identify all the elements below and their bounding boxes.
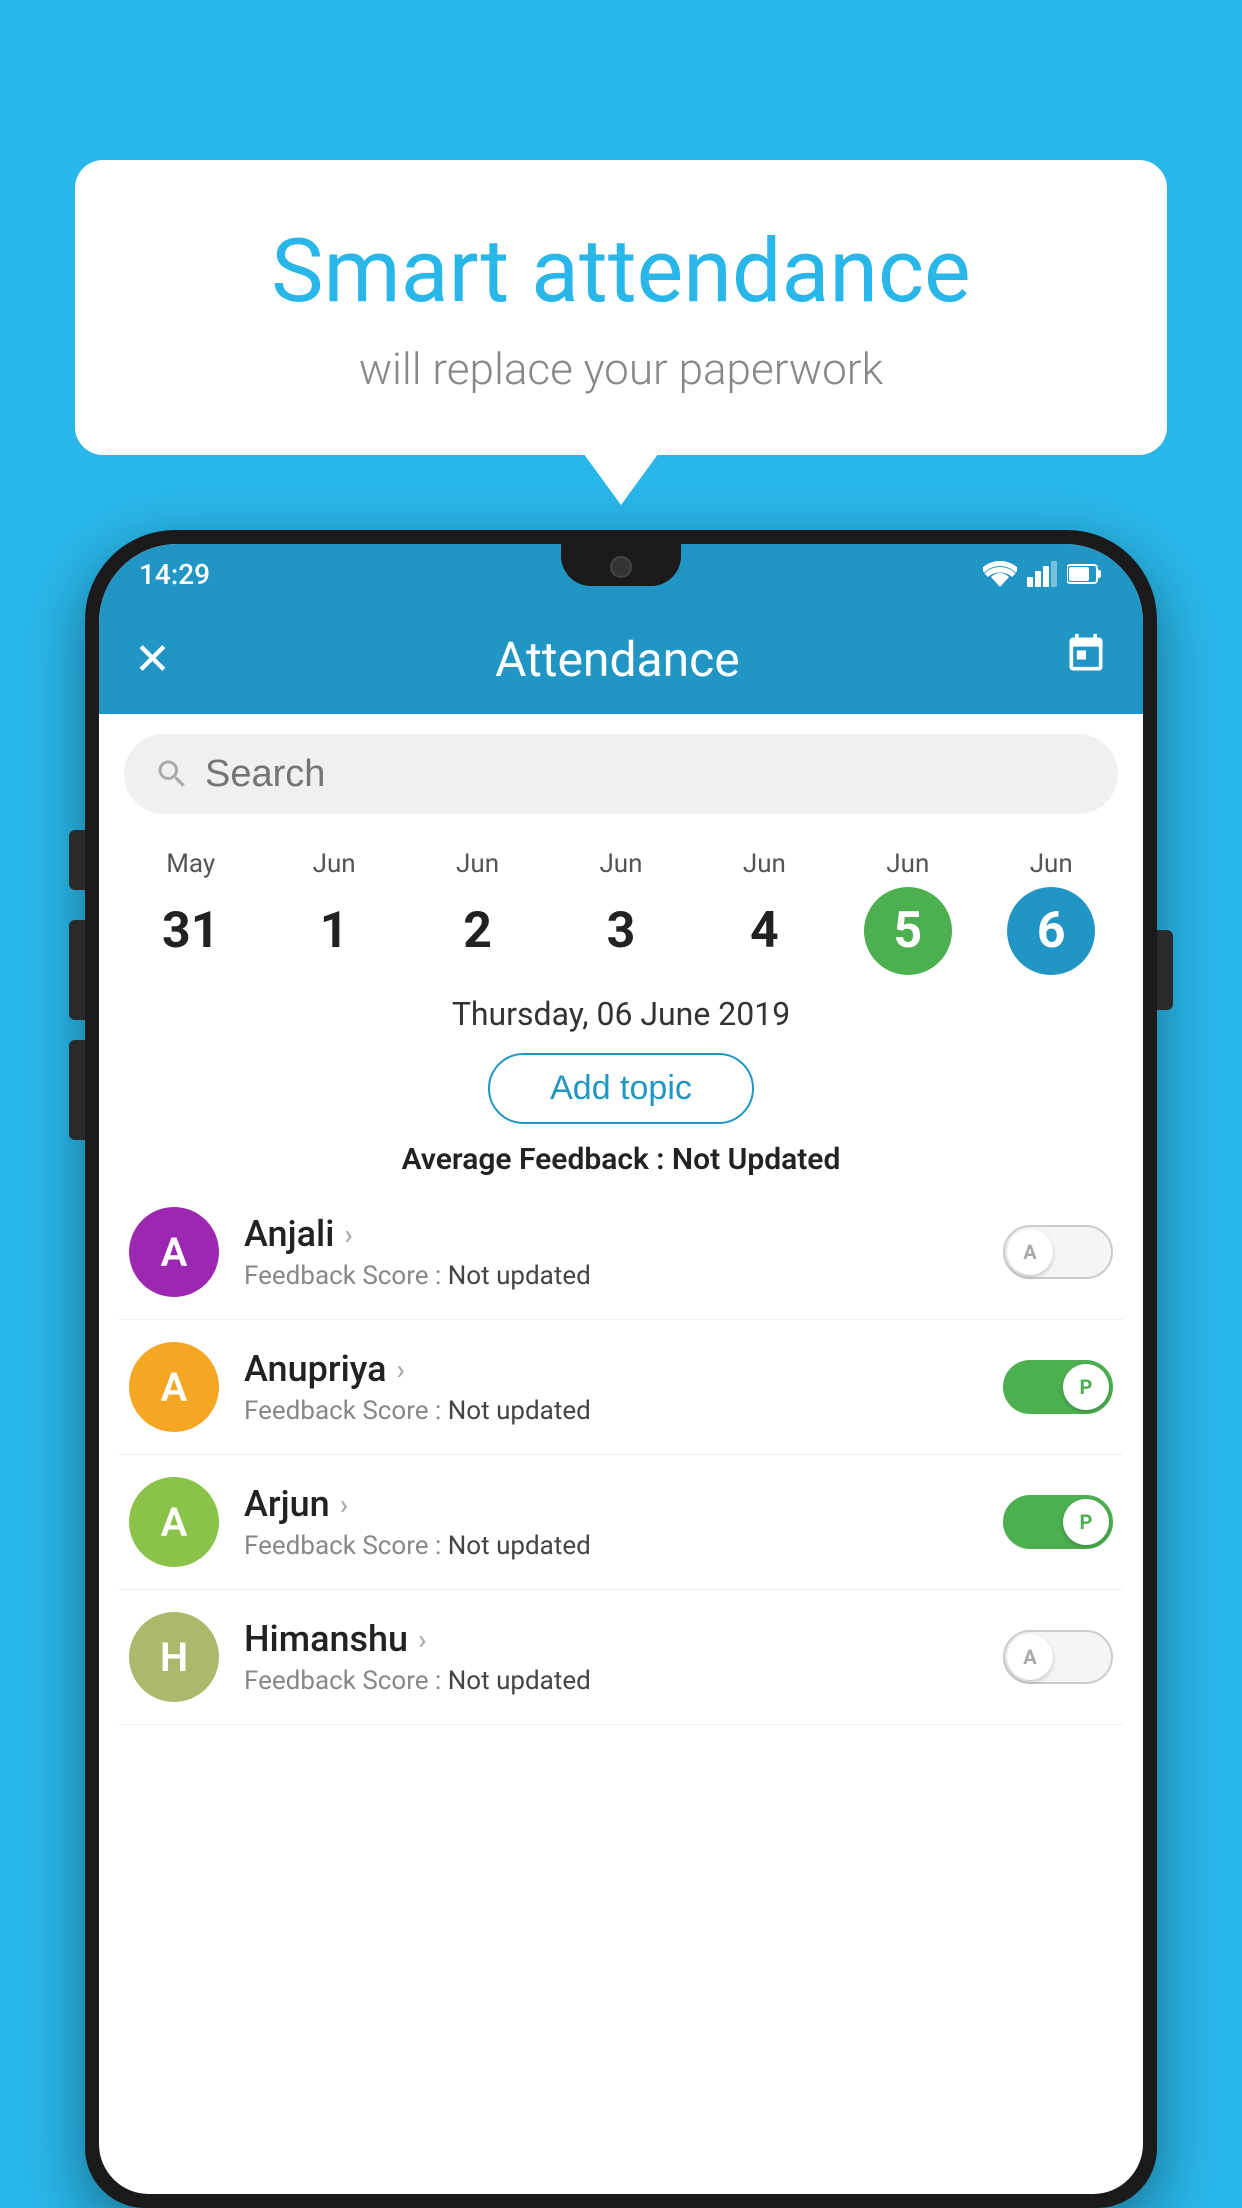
feedback-prefix: Average Feedback : — [402, 1142, 672, 1177]
speech-bubble: Smart attendance will replace your paper… — [75, 160, 1167, 455]
close-button[interactable]: ✕ — [134, 633, 171, 685]
calendar-month: Jun — [1030, 849, 1073, 879]
speech-bubble-subtitle: will replace your paperwork — [155, 343, 1087, 395]
student-info: Anjali › Feedback Score : Not updated — [219, 1213, 1003, 1291]
app-bar: ✕ Attendance — [99, 604, 1143, 714]
attendance-toggle[interactable]: A — [1003, 1630, 1113, 1684]
avatar: H — [129, 1612, 219, 1702]
average-feedback: Average Feedback : Not Updated — [99, 1134, 1143, 1185]
calendar-date: 3 — [577, 887, 665, 975]
toggle-container[interactable]: P — [1003, 1495, 1113, 1549]
calendar-day[interactable]: Jun 6 — [1001, 849, 1101, 975]
signal-icon — [1027, 561, 1057, 587]
volume-up-button — [69, 830, 85, 890]
calendar-day[interactable]: Jun 5 — [858, 849, 958, 975]
calendar-date: 4 — [720, 887, 808, 975]
calendar-day[interactable]: Jun 1 — [284, 849, 384, 975]
student-info: Himanshu › Feedback Score : Not updated — [219, 1618, 1003, 1696]
status-time: 14:29 — [139, 558, 210, 591]
chevron-icon: › — [418, 1623, 426, 1656]
calendar-date: 2 — [434, 887, 522, 975]
attendance-toggle[interactable]: P — [1003, 1360, 1113, 1414]
avatar: A — [129, 1477, 219, 1567]
calendar-month: Jun — [456, 849, 499, 879]
phone-screen: 14:29 — [99, 544, 1143, 2194]
toggle-knob: P — [1063, 1364, 1109, 1410]
notch — [561, 544, 681, 586]
phone-frame: 14:29 — [85, 530, 1157, 2208]
student-name: Arjun › — [244, 1483, 1003, 1525]
calendar-month: Jun — [599, 849, 642, 879]
add-topic-button[interactable]: Add topic — [488, 1053, 754, 1124]
search-icon — [154, 756, 190, 792]
calendar-date: 31 — [147, 887, 235, 975]
feedback-value: Not Updated — [672, 1142, 840, 1177]
student-row[interactable]: A Anupriya › Feedback Score : Not updated P — [119, 1320, 1123, 1455]
search-input[interactable] — [205, 753, 1088, 796]
chevron-icon: › — [397, 1353, 405, 1386]
calendar-date: 6 — [1007, 887, 1095, 975]
status-icons — [983, 561, 1103, 587]
avatar: A — [129, 1342, 219, 1432]
student-name: Himanshu › — [244, 1618, 1003, 1660]
calendar-month: Jun — [886, 849, 929, 879]
speech-bubble-container: Smart attendance will replace your paper… — [75, 160, 1167, 455]
battery-icon — [1067, 563, 1103, 585]
toggle-container[interactable]: A — [1003, 1225, 1113, 1279]
student-row[interactable]: AAnjali ›Feedback Score : Not updatedA — [119, 1185, 1123, 1320]
toggle-knob: A — [1007, 1229, 1053, 1275]
student-row[interactable]: H Himanshu › Feedback Score : Not updatedA — [119, 1590, 1123, 1725]
selected-date: Thursday, 06 June 2019 — [99, 980, 1143, 1043]
chevron-icon: › — [340, 1488, 348, 1521]
student-list: AAnjali ›Feedback Score : Not updatedAAA… — [99, 1185, 1143, 1725]
student-name: Anjali › — [244, 1213, 1003, 1255]
toggle-container[interactable]: A — [1003, 1630, 1113, 1684]
toggle-knob: P — [1063, 1499, 1109, 1545]
student-feedback: Feedback Score : Not updated — [244, 1531, 1003, 1561]
camera — [610, 556, 632, 578]
student-feedback: Feedback Score : Not updated — [244, 1666, 1003, 1696]
calendar-day[interactable]: May 31 — [141, 849, 241, 975]
attendance-toggle[interactable]: P — [1003, 1495, 1113, 1549]
chevron-icon: › — [344, 1218, 352, 1251]
calendar-day[interactable]: Jun 4 — [714, 849, 814, 975]
student-info: Anupriya › Feedback Score : Not updated — [219, 1348, 1003, 1426]
silent-button — [69, 1040, 85, 1140]
avatar: A — [129, 1207, 219, 1297]
student-row[interactable]: A Arjun › Feedback Score : Not updated P — [119, 1455, 1123, 1590]
student-feedback: Feedback Score : Not updated — [244, 1396, 1003, 1426]
student-name: Anupriya › — [244, 1348, 1003, 1390]
calendar-month: May — [166, 849, 215, 879]
calendar-day[interactable]: Jun 3 — [571, 849, 671, 975]
speech-bubble-title: Smart attendance — [155, 220, 1087, 323]
calendar-month: Jun — [743, 849, 786, 879]
calendar-date: 1 — [290, 887, 378, 975]
toggle-knob: A — [1007, 1634, 1053, 1680]
student-info: Arjun › Feedback Score : Not updated — [219, 1483, 1003, 1561]
calendar-date: 5 — [864, 887, 952, 975]
calendar-day[interactable]: Jun 2 — [428, 849, 528, 975]
power-button — [1157, 930, 1173, 1010]
app-title: Attendance — [495, 631, 740, 688]
calendar-row: May 31 Jun 1 Jun 2 Jun 3 Jun 4 Jun 5 Jun 6 — [99, 834, 1143, 980]
toggle-container[interactable]: P — [1003, 1360, 1113, 1414]
attendance-toggle[interactable]: A — [1003, 1225, 1113, 1279]
calendar-icon[interactable] — [1064, 632, 1108, 687]
volume-down-button — [69, 920, 85, 1020]
calendar-month: Jun — [313, 849, 356, 879]
search-bar[interactable] — [124, 734, 1118, 814]
wifi-icon — [983, 561, 1017, 587]
student-feedback: Feedback Score : Not updated — [244, 1261, 1003, 1291]
